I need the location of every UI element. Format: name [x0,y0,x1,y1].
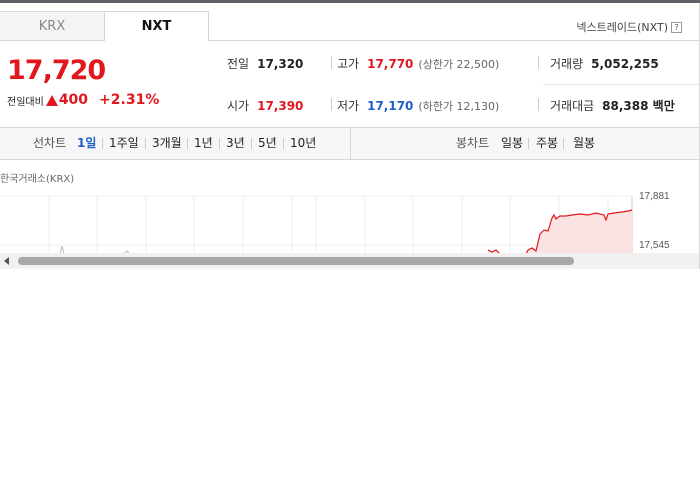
nxt-info-link[interactable]: 넥스트레이드(NXT) ? [576,19,682,35]
period-1w-button[interactable]: 1주일 [109,128,139,159]
divider [187,138,188,149]
scrollbar-thumb[interactable] [18,257,574,265]
stat-low: 저가 17,170 (하한가 12,130) [337,97,499,114]
stat-high: 고가 17,770 (상한가 22,500) [337,55,499,72]
divider [563,138,564,149]
divider [331,56,332,69]
y-tick-label: 17,881 [639,191,670,202]
divider [528,138,529,149]
tab-krx[interactable]: KRX [0,11,105,41]
divider [251,138,252,149]
stat-amount: 거래대금 88,388 백만 [550,97,675,114]
period-1y-button[interactable]: 1년 [194,128,213,159]
upper-limit: (상한가 22,500) [418,57,500,71]
stat-label: 거래대금 [550,99,595,113]
stat-volume: 거래량 5,052,255 [550,55,659,72]
scroll-left-icon[interactable] [4,257,9,265]
y-tick-label: 17,545 [639,240,670,251]
stat-label: 고가 [337,57,360,71]
help-icon[interactable]: ? [671,21,682,33]
divider [538,56,539,69]
stat-value: 17,320 [257,56,304,71]
lower-limit: (하한가 12,130) [418,99,500,113]
divider [219,138,220,149]
divider [283,138,284,149]
period-10y-button[interactable]: 10년 [290,128,316,159]
stat-label: 저가 [337,99,360,113]
price-chart: 17,881 17,545 [0,191,670,254]
change-percent: +2.31% [99,92,160,108]
current-price: 17,720 [7,55,106,86]
chart-scrollbar[interactable] [0,253,699,269]
divider [538,98,539,111]
candle-daily-button[interactable]: 일봉 [501,128,523,159]
stat-open: 시가 17,390 [227,97,303,114]
stat-value: 88,388 백만 [602,99,675,113]
period-3m-button[interactable]: 3개월 [152,128,182,159]
divider [543,84,699,85]
stat-label: 시가 [227,99,250,113]
exchange-label: 한국거래소(KRX) [0,174,75,185]
tab-nxt[interactable]: NXT [104,11,209,41]
period-1d-button[interactable]: 1일 [77,128,96,159]
stat-value: 17,770 [367,56,414,71]
chart-toolbar: 선차트 1일 1주일 3개월 1년 3년 5년 10년 봉차트 일봉 주봉 월봉 [0,127,699,160]
candle-weekly-button[interactable]: 주봉 [536,128,558,159]
period-3y-button[interactable]: 3년 [226,128,245,159]
stat-value: 5,052,255 [591,56,659,71]
candle-chart-label: 봉차트 [456,136,490,150]
period-5y-button[interactable]: 5년 [258,128,277,159]
price-change: 전일대비 400 +2.31% [7,92,159,108]
stat-value: 17,390 [257,98,304,113]
change-value: 400 [58,92,89,108]
up-triangle-icon [45,94,58,106]
stat-value: 17,170 [367,98,414,113]
toolbar-divider [350,128,351,159]
divider [331,98,332,111]
divider [102,138,103,149]
nxt-link-label: 넥스트레이드(NXT) [576,21,668,34]
change-label: 전일대비 [7,96,44,108]
line-chart-label: 선차트 [33,136,67,150]
candle-monthly-button[interactable]: 월봉 [573,128,595,159]
tab-underline [209,40,699,41]
stat-label: 전일 [227,57,250,71]
divider [145,138,146,149]
stat-prev-close: 전일 17,320 [227,55,303,72]
stat-label: 거래량 [550,57,584,71]
